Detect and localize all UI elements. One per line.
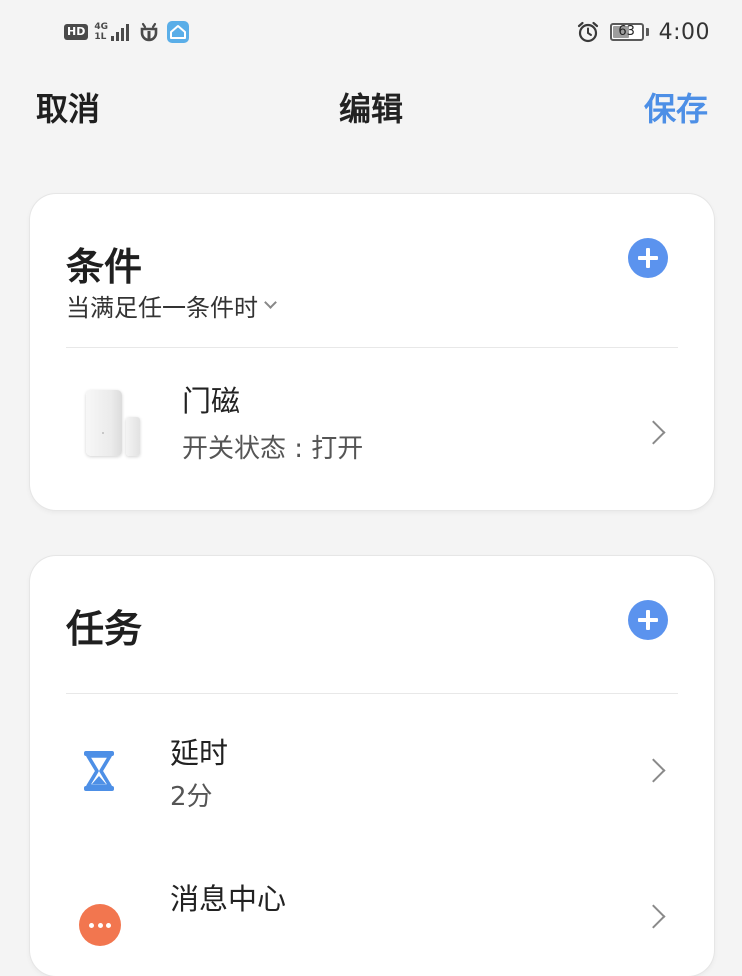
condition-device-state: 开关状态 : 打开: [182, 434, 364, 464]
condition-device-name: 门磁: [182, 384, 241, 418]
page-title: 编辑: [338, 90, 403, 128]
network-type-bottom: 1L: [94, 32, 107, 42]
condition-match-dropdown[interactable]: 当满足任一条件时: [66, 288, 277, 323]
conditions-title: 条件: [66, 245, 143, 289]
door-sensor-icon: [86, 390, 144, 460]
chevron-right-icon: [641, 420, 666, 445]
battery-icon: 63: [609, 23, 649, 41]
hd-badge: HD: [64, 24, 89, 40]
conditions-card: 条件 当满足任一条件时 门磁 开关状态 : 打开: [30, 194, 714, 510]
door-sensor-body: [86, 390, 122, 456]
chevron-right-icon: [641, 758, 666, 783]
clock-time: 4:00: [658, 19, 710, 45]
battery-level-text: 63: [618, 24, 635, 39]
save-button[interactable]: 保存: [644, 84, 708, 130]
battery-body: 63: [609, 23, 644, 41]
signal-icon: [111, 24, 129, 41]
task-item-message-center[interactable]: 消息中心: [30, 844, 714, 976]
task-name: 消息中心: [170, 882, 287, 916]
status-right-icons: 63 4:00: [576, 18, 710, 46]
bug-icon: [140, 22, 158, 42]
condition-item-door-sensor[interactable]: 门磁 开关状态 : 打开: [30, 348, 714, 510]
condition-match-label: 当满足任一条件时: [66, 294, 258, 322]
task-detail: 2分: [170, 782, 213, 812]
network-type: 4G 1L: [94, 22, 108, 42]
alarm-icon: [577, 21, 598, 43]
tasks-card: 任务 延时 2分 消息中心: [30, 556, 714, 976]
task-item-delay[interactable]: 延时 2分: [30, 694, 714, 844]
task-name: 延时: [170, 736, 229, 770]
add-task-button[interactable]: [628, 600, 668, 640]
message-icon: [79, 904, 121, 946]
tasks-title: 任务: [66, 607, 143, 651]
door-sensor-magnet: [126, 417, 140, 456]
status-left-icons: HD 4G 1L: [64, 18, 190, 46]
add-condition-button[interactable]: [628, 238, 668, 278]
smart-home-icon: [167, 21, 189, 43]
status-bar: HD 4G 1L 63 4:00: [0, 0, 742, 64]
hourglass-icon: [84, 751, 114, 791]
battery-tip: [645, 28, 649, 36]
chevron-down-icon: [264, 296, 277, 309]
network-type-top: 4G: [94, 22, 108, 32]
